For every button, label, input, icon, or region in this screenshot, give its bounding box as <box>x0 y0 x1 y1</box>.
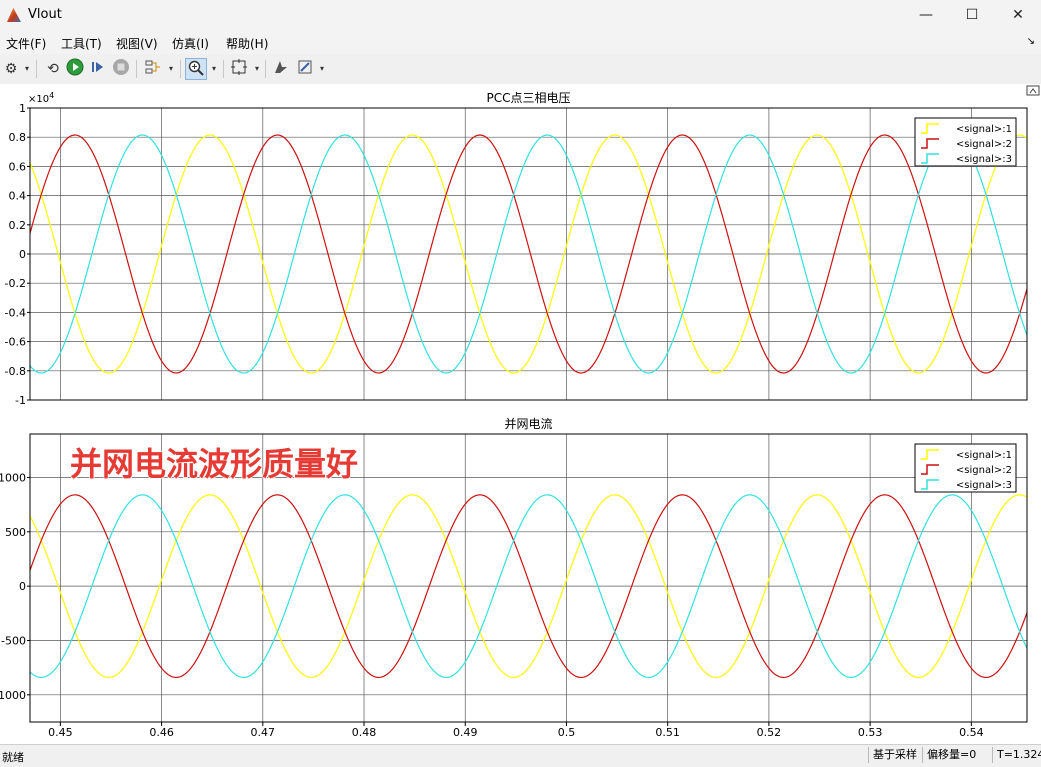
run-icon[interactable] <box>64 58 86 80</box>
toolbar-divider <box>223 60 224 78</box>
y-tick-label: -0.4 <box>5 306 26 319</box>
y-tick-label: 500 <box>5 526 26 539</box>
annotation-text: 并网电流波形质量好 <box>70 445 358 483</box>
menu-bar: 文件(F) 工具(T) 视图(V) 仿真(I) 帮助(H) ↘ <box>0 30 1041 54</box>
menu-tools[interactable]: 工具(T) <box>61 35 102 52</box>
y-tick-label: 0.4 <box>9 190 27 203</box>
scope-svg: 1 0.8 0.6 0.4 0.2 0 -0.2 -0.4 -0.6 -0.8 -1 PCC点三相电压… <box>0 85 1040 739</box>
window-title: Vlout <box>28 7 62 22</box>
step-icon[interactable] <box>87 58 109 80</box>
status-bar: 就绪 基于采样 偏移量=0 T=1.324 <box>0 744 1041 767</box>
zoom-in-icon[interactable] <box>185 58 207 80</box>
y-tick-label: -0.6 <box>5 336 26 349</box>
matlab-icon <box>7 8 21 22</box>
restore-icon[interactable]: ⟲ <box>42 58 64 80</box>
y-tick-label: -0.2 <box>5 277 26 290</box>
legend-label: <signal>:1 <box>956 124 1012 135</box>
zoom-dropdown-icon[interactable]: ▾ <box>209 58 219 80</box>
y-tick-label: 0.8 <box>9 131 27 144</box>
x-tick-label: 0.51 <box>655 726 680 739</box>
signal-select-dropdown-icon[interactable]: ▾ <box>166 58 176 80</box>
legend-label: <signal>:2 <box>956 139 1012 150</box>
close-button[interactable]: ✕ <box>995 0 1041 30</box>
y-tick-label: 0 <box>19 580 26 593</box>
x-tick-label: 0.48 <box>352 726 377 739</box>
style-dropdown-icon[interactable]: ▾ <box>317 58 327 80</box>
y-tick-label: 0.6 <box>9 160 27 173</box>
status-ready: 就绪 <box>2 751 24 764</box>
x-tick-label: 0.45 <box>48 726 73 739</box>
x-tick-label: 0.52 <box>757 726 782 739</box>
y-tick-label: 0 <box>19 248 26 261</box>
menu-file[interactable]: 文件(F) <box>6 35 46 52</box>
x-tick-label: 0.5 <box>558 726 576 739</box>
legend-label: <signal>:2 <box>956 465 1012 476</box>
y-exponent-label: ×104 <box>28 91 54 105</box>
undock-icon[interactable] <box>1026 85 1040 96</box>
y-tick-label: -1000 <box>0 689 26 702</box>
y-tick-label: 0.2 <box>9 219 27 232</box>
maximize-button[interactable]: ☐ <box>949 0 995 30</box>
toolbar-divider <box>265 60 266 78</box>
status-time: T=1.324 <box>992 747 1041 763</box>
x-tick-label: 0.54 <box>959 726 984 739</box>
status-offset: 偏移量=0 <box>922 747 976 763</box>
stop-icon[interactable] <box>110 58 132 80</box>
voltage-plot[interactable]: 1 0.8 0.6 0.4 0.2 0 -0.2 -0.4 -0.6 -0.8 -1 PCC点三相电压… <box>5 91 1028 407</box>
gear-icon[interactable]: ⚙ <box>0 58 22 80</box>
cursor-icon[interactable] <box>270 58 292 80</box>
minimize-button[interactable]: — <box>903 0 949 30</box>
fit-axes-dropdown-icon[interactable]: ▾ <box>252 58 262 80</box>
x-tick-label: 0.46 <box>149 726 174 739</box>
menu-help[interactable]: 帮助(H) <box>226 35 268 52</box>
x-tick-label: 0.47 <box>251 726 276 739</box>
time-axis: 0.45 0.46 0.47 0.48 0.49 0.5 0.51 0.52 0.53 0.54 <box>48 722 984 739</box>
current-plot[interactable]: 1000 500 0 -500 -1000 并网电流 <signal>:1 <signal>:… <box>0 417 1028 723</box>
y-tick-label: -1 <box>15 394 26 407</box>
y-tick-label: -0.8 <box>5 365 26 378</box>
plot-title: PCC点三相电压 <box>487 91 571 105</box>
fit-axes-icon[interactable] <box>228 58 250 80</box>
toolbar-divider <box>136 60 137 78</box>
menu-dock-arrow-icon[interactable]: ↘ <box>1027 36 1035 47</box>
status-sampling-mode: 基于采样 <box>868 747 917 763</box>
toolbar: ⚙ ▾ ⟲ ▾ ▾ ▾ ▾ <box>0 54 1041 85</box>
style-icon[interactable] <box>294 58 316 80</box>
gear-dropdown-icon[interactable]: ▾ <box>22 58 32 80</box>
scope-plot-area: 1 0.8 0.6 0.4 0.2 0 -0.2 -0.4 -0.6 -0.8 -1 PCC点三相电压… <box>0 84 1041 744</box>
legend-label: <signal>:3 <box>956 480 1012 491</box>
signal-select-icon[interactable] <box>142 58 164 80</box>
legend-label: <signal>:1 <box>956 450 1012 461</box>
menu-simulate[interactable]: 仿真(I) <box>172 35 209 52</box>
toolbar-divider <box>180 60 181 78</box>
y-tick-label: 1 <box>19 102 26 115</box>
legend-label: <signal>:3 <box>956 154 1012 165</box>
plot-title: 并网电流 <box>504 417 552 431</box>
y-tick-label: 1000 <box>0 471 26 484</box>
toolbar-divider <box>36 60 37 78</box>
y-tick-label: -500 <box>1 634 26 647</box>
x-tick-label: 0.53 <box>858 726 883 739</box>
menu-view[interactable]: 视图(V) <box>116 35 158 52</box>
x-tick-label: 0.49 <box>453 726 478 739</box>
title-bar: Vlout — ☐ ✕ <box>0 0 1041 30</box>
